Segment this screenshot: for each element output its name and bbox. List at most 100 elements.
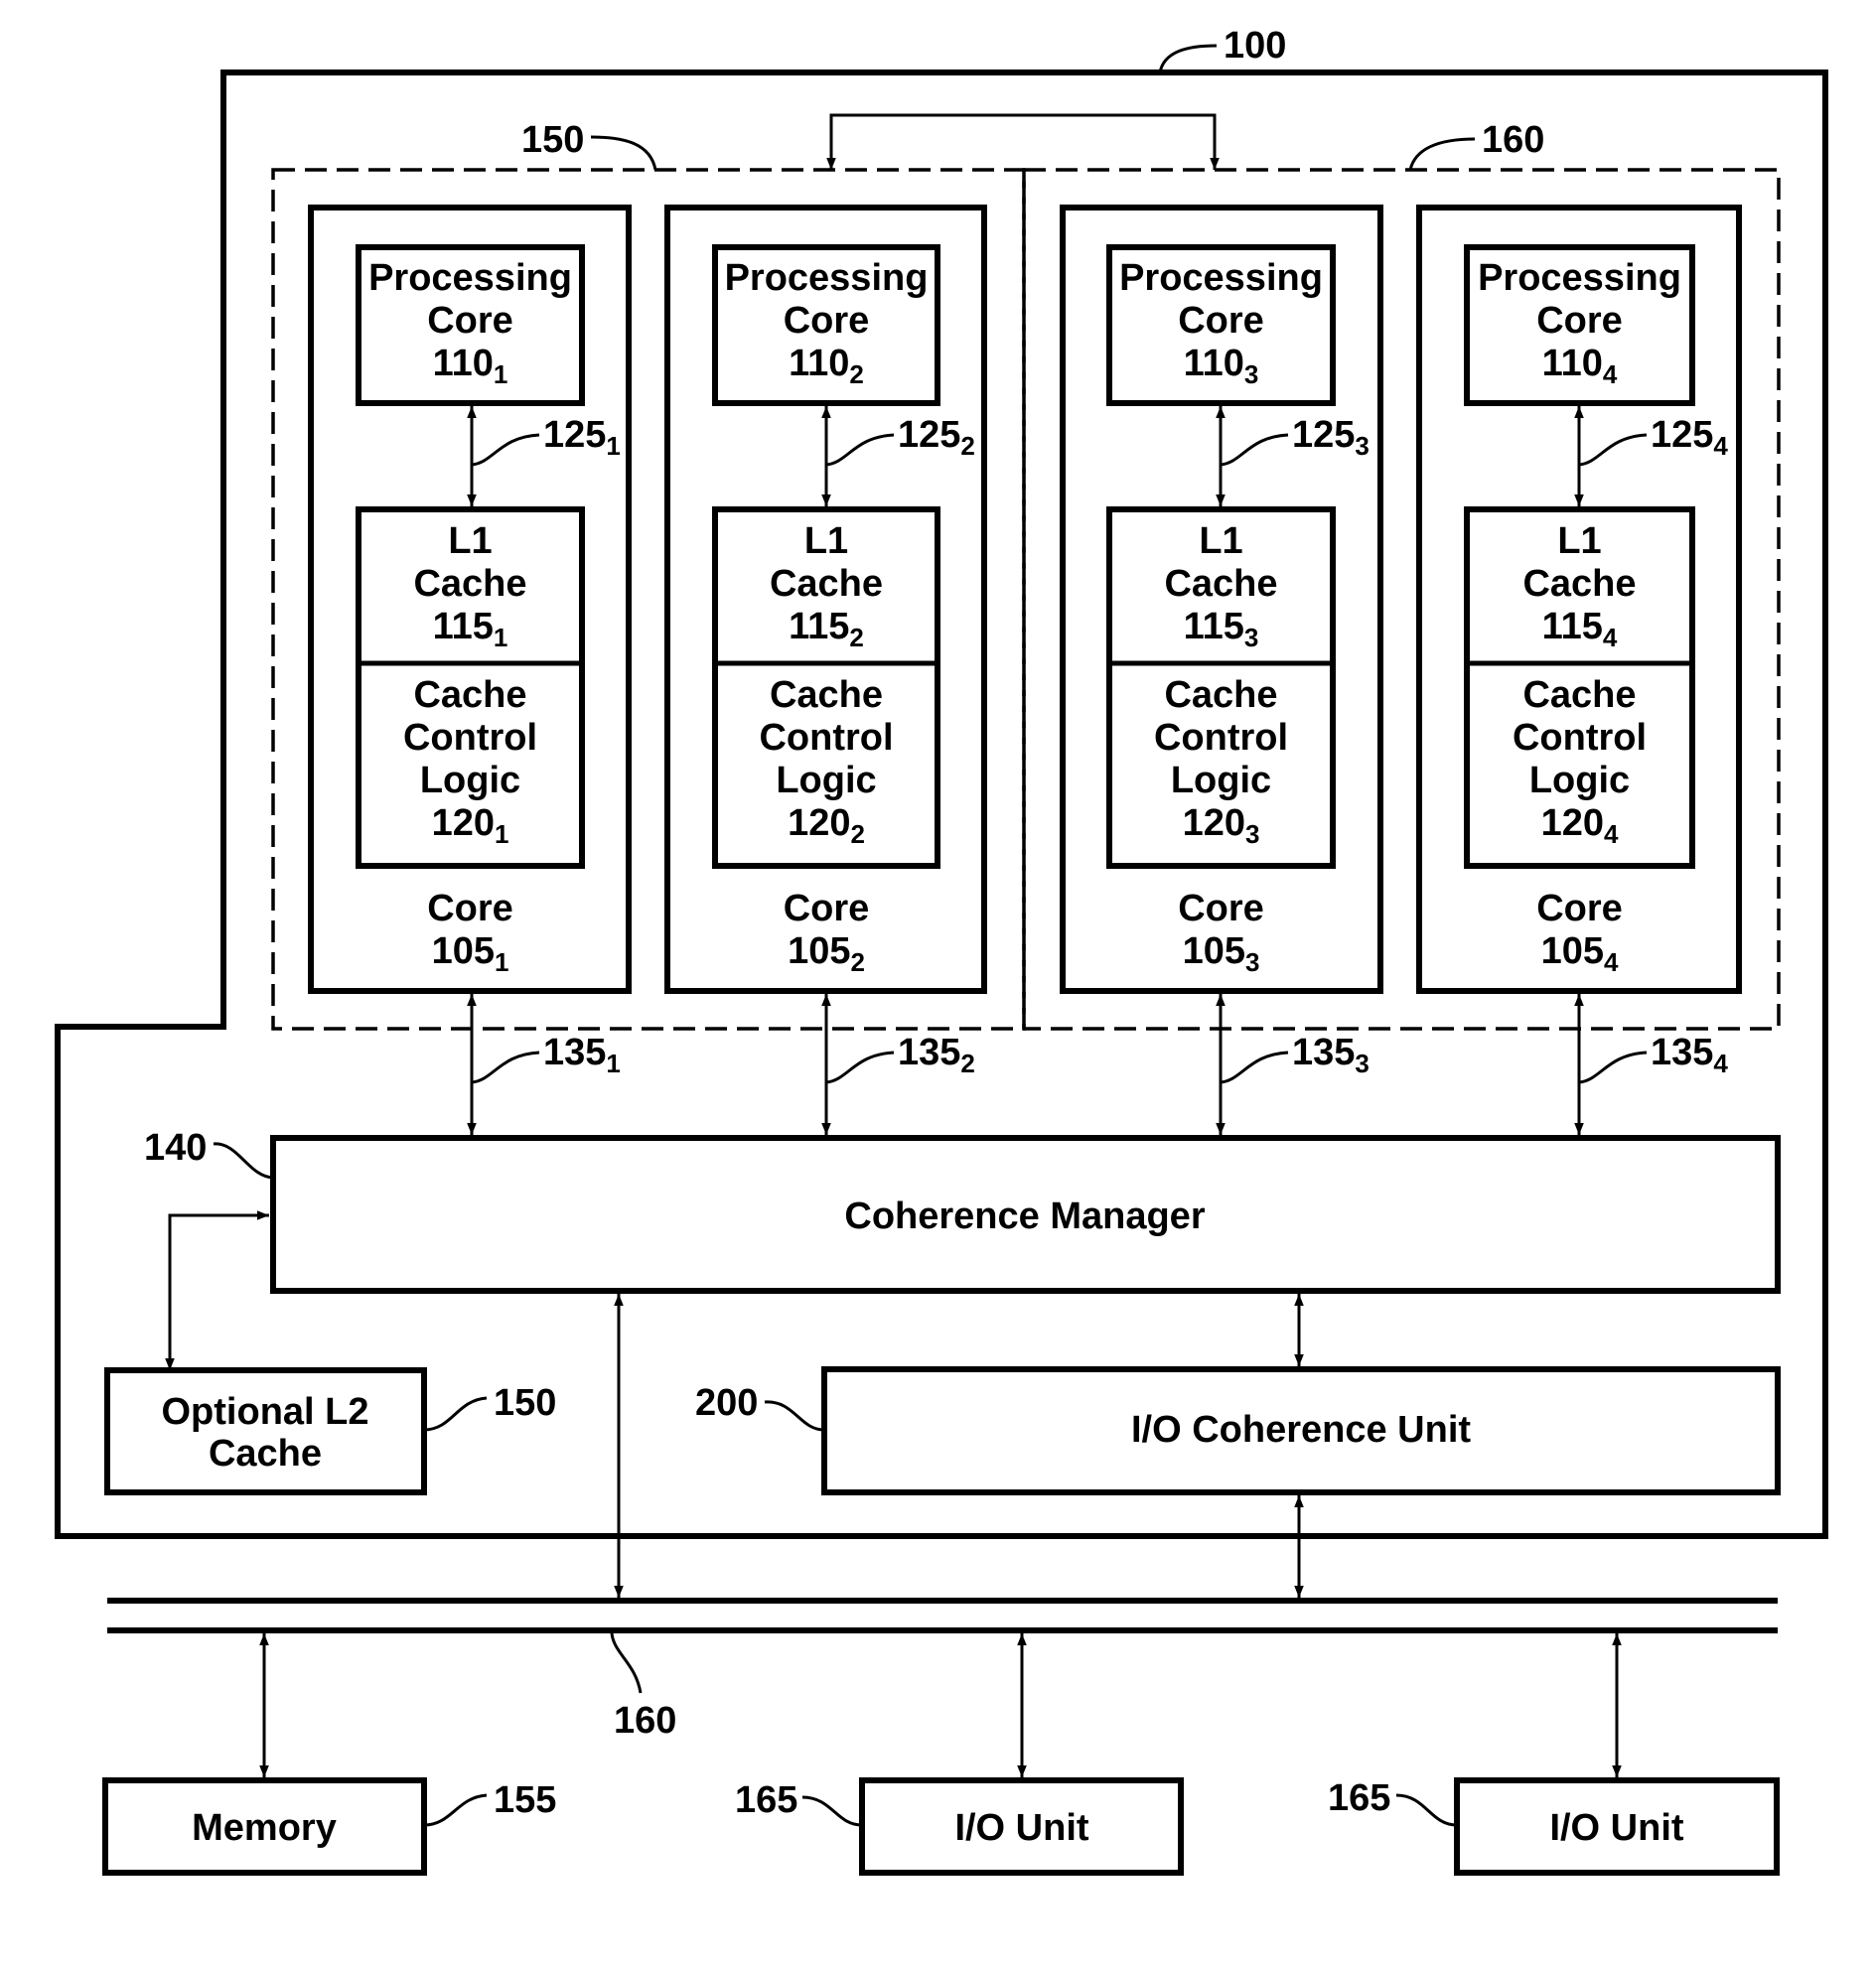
memory-ref-label: 155 (494, 1779, 556, 1821)
l1-cache-ref-subscript: 2 (849, 623, 863, 652)
l2-cache-label-line2: Cache (209, 1433, 322, 1475)
core-4: ProcessingCore11041254L1Cache1154CacheCo… (1416, 205, 1742, 1135)
l1-cache-label-line1: L1 (804, 520, 848, 562)
cache-control-logic-label-line2: Control (403, 717, 537, 759)
block-diagram: 100 150 160 ProcessingCore11011251L1Cach… (55, 25, 1828, 1876)
core-cm-link-ref-number: 135 (1651, 1032, 1713, 1073)
io-coherence-ref-leader (764, 1400, 825, 1432)
core-cm-link-ref-number: 135 (898, 1032, 960, 1073)
io-unit-ref-leader (801, 1795, 863, 1827)
core-1: ProcessingCore11011251L1Cache1151CacheCo… (308, 205, 632, 1135)
core-cm-link-ref: 1352 (898, 1032, 975, 1078)
core-cm-link-ref-subscript: 2 (960, 1049, 974, 1078)
cache-control-logic-label-line3: Logic (1529, 760, 1630, 801)
core-ref-subscript: 1 (495, 947, 508, 977)
core-internal-link-ref-number: 125 (1651, 414, 1713, 456)
cache-control-logic-label-line3: Logic (1171, 760, 1271, 801)
l1-cache-ref-number: 115 (1184, 606, 1244, 647)
core-cm-link-ref: 1353 (1292, 1032, 1370, 1078)
processing-core-label-line2: Core (427, 300, 513, 342)
core-cm-link-ref-number: 135 (1292, 1032, 1355, 1073)
cache-control-logic-label-line1: Cache (1522, 674, 1636, 716)
core-internal-link-ref-number: 125 (898, 414, 960, 456)
core-internal-link-ref-subscript: 1 (606, 431, 620, 461)
cache-control-logic-label-line1: Cache (1164, 674, 1277, 716)
processing-core-ref-number: 110 (1542, 343, 1603, 384)
core-2: ProcessingCore11021252L1Cache1152CacheCo… (664, 205, 987, 1135)
core-label: Core (784, 888, 870, 929)
cache-control-logic-label-line2: Control (1513, 717, 1647, 759)
coherence-manager-ref-leader (213, 1142, 274, 1180)
l1-cache-label-line1: L1 (1557, 520, 1601, 562)
cache-control-logic-ref-number: 120 (788, 802, 850, 844)
core-cm-link-leader (1220, 1051, 1289, 1084)
io-coherence-unit-label: I/O Coherence Unit (1131, 1409, 1471, 1451)
io-unit-ref-leader (1395, 1793, 1458, 1827)
core-internal-link-ref-subscript: 2 (960, 431, 974, 461)
processing-core-label-line2: Core (1178, 300, 1264, 342)
l1-cache-label-line1: L1 (1199, 520, 1242, 562)
l1-cache-label-line2: Cache (413, 563, 526, 605)
processing-core-ref-subscript: 4 (1603, 359, 1618, 389)
processing-core-label-line1: Processing (1478, 257, 1681, 299)
core-label: Core (1178, 888, 1264, 929)
core-label: Core (1536, 888, 1623, 929)
memory-label: Memory (192, 1807, 337, 1849)
bus-ref-leader (610, 1632, 643, 1694)
l2-link (165, 1210, 269, 1370)
io-unit-label: I/O Unit (1549, 1807, 1683, 1849)
processing-core-ref-subscript: 3 (1244, 359, 1258, 389)
core-cm-link-ref-subscript: 4 (1713, 1049, 1728, 1078)
core-ref-subscript: 2 (850, 947, 864, 977)
processing-core-ref-number: 110 (433, 343, 494, 384)
core-ref-number: 105 (1183, 930, 1245, 972)
core-cm-link-leader (1578, 1051, 1648, 1084)
cache-control-logic-label-line1: Cache (413, 674, 526, 716)
cluster-left-ref-label: 150 (521, 119, 584, 161)
l1-cache-label-line2: Cache (1164, 563, 1277, 605)
memory-ref-leader (423, 1793, 488, 1827)
cluster-right-ref-leader (1408, 137, 1476, 171)
coherence-manager-label: Coherence Manager (844, 1196, 1205, 1237)
cache-control-logic-ref-subscript: 2 (850, 819, 864, 849)
l2-ref-leader (423, 1396, 488, 1432)
core-ref-subscript: 4 (1604, 947, 1619, 977)
cache-control-logic-ref-number: 120 (1183, 802, 1245, 844)
l1-cache-label-line2: Cache (1522, 563, 1636, 605)
core-cm-link-leader (825, 1051, 895, 1084)
bus-ref-label: 160 (614, 1700, 676, 1742)
processing-core-label-line1: Processing (368, 257, 572, 299)
core-internal-link-ref-subscript: 3 (1355, 431, 1369, 461)
cache-control-logic-label-line1: Cache (770, 674, 883, 716)
processing-core-label-line2: Core (784, 300, 870, 342)
core-label: Core (427, 888, 513, 929)
system-ref-label: 100 (1224, 25, 1286, 67)
processing-core-ref-number: 110 (1184, 343, 1244, 384)
cache-control-logic-ref-subscript: 4 (1604, 819, 1619, 849)
cache-control-logic-ref-subscript: 3 (1245, 819, 1259, 849)
core-cm-link-ref: 1354 (1651, 1032, 1728, 1078)
core-cm-link-ref-number: 135 (543, 1032, 606, 1073)
core-ref-subscript: 3 (1245, 947, 1259, 977)
coherence-manager-ref-label: 140 (144, 1127, 207, 1169)
processing-core-label-line2: Core (1536, 300, 1623, 342)
cache-control-logic-ref-number: 120 (1541, 802, 1604, 844)
io-unit-label: I/O Unit (954, 1807, 1088, 1849)
core-3: ProcessingCore11031253L1Cache1153CacheCo… (1060, 205, 1383, 1135)
core-internal-link-ref-subscript: 4 (1713, 431, 1728, 461)
core-cm-link-ref-subscript: 1 (606, 1049, 620, 1078)
cluster-left-ref-leader (590, 135, 657, 171)
processing-core-ref-number: 110 (789, 343, 849, 384)
core-cm-link-ref-subscript: 3 (1355, 1049, 1369, 1078)
system-ref-leader (1158, 44, 1218, 73)
io-unit-ref-label: 165 (735, 1779, 797, 1821)
processing-core-label-line1: Processing (1119, 257, 1323, 299)
core-internal-link-ref-number: 125 (1292, 414, 1355, 456)
cache-control-logic-label-line3: Logic (420, 760, 520, 801)
cache-control-logic-label-line2: Control (759, 717, 893, 759)
core-ref-number: 105 (1541, 930, 1604, 972)
core-cm-link-ref: 1351 (543, 1032, 621, 1078)
cache-control-logic-label-line2: Control (1154, 717, 1288, 759)
l2-cache-label-line1: Optional L2 (162, 1391, 369, 1433)
l1-cache-ref-number: 115 (433, 606, 494, 647)
